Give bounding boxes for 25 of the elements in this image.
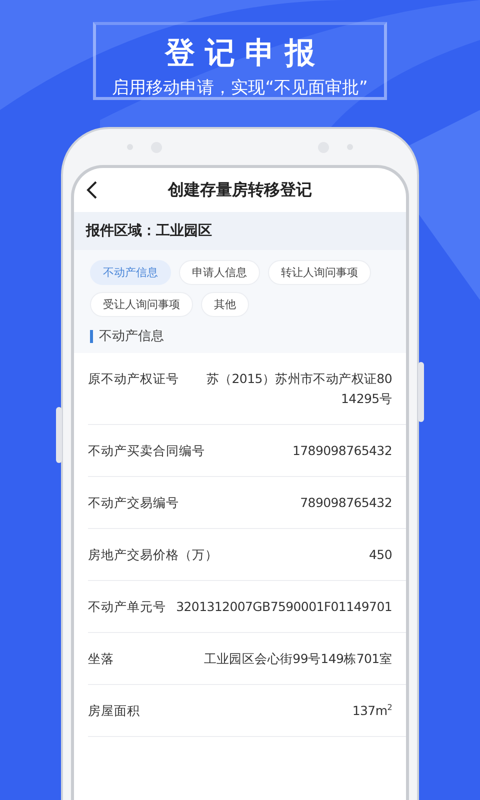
tab[interactable]: 受让人询问事项	[90, 292, 193, 317]
field-value: 1789098765432	[292, 442, 392, 460]
field-label: 坐落	[88, 650, 114, 668]
field-value: 苏（2015）苏州市不动产权证8014295号	[205, 370, 392, 408]
tab[interactable]: 申请人信息	[179, 260, 260, 285]
field-value: 3201312007GB7590001F01149701	[176, 598, 392, 616]
field-value: 789098765432	[300, 494, 392, 512]
section-marker	[90, 330, 93, 342]
section-title: 不动产信息	[99, 328, 164, 345]
field-label: 房地产交易价格（万）	[88, 546, 218, 564]
back-icon[interactable]	[86, 180, 98, 200]
banner-title: 登记申报	[164, 36, 325, 72]
field-value: 工业园区会心街99号149栋701室	[204, 650, 392, 668]
field-label: 不动产交易编号	[88, 494, 179, 512]
page-title: 创建存量房转移登记	[166, 180, 313, 200]
field-label: 原不动产权证号	[88, 370, 179, 388]
banner-subtitle: 启用移动申请，实现“不见面审批”	[112, 77, 368, 100]
field-label: 不动产单元号	[88, 598, 166, 616]
tab[interactable]: 其他	[201, 292, 249, 317]
field-value: 450	[369, 546, 392, 564]
field-value: 137m$^{2}$	[352, 702, 392, 720]
field-label: 房屋面积	[88, 702, 140, 720]
tab[interactable]: 转让人询问事项	[268, 260, 371, 285]
field-label: 不动产买卖合同编号	[88, 442, 205, 460]
region-label: 报件区域：工业园区	[86, 222, 212, 240]
